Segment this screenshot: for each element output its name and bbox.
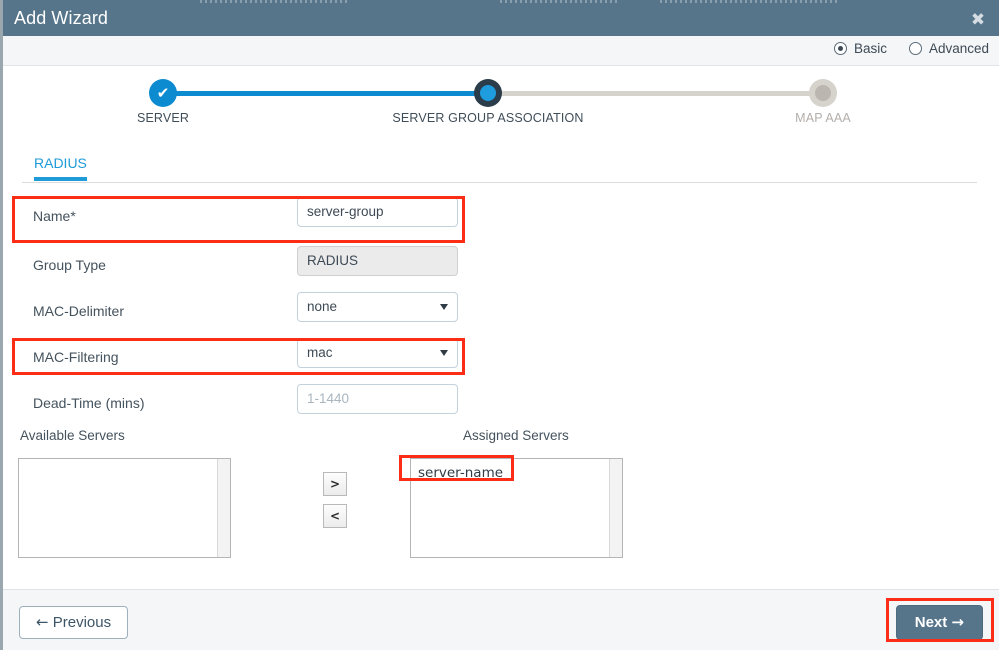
radio-option-advanced[interactable]: Advanced xyxy=(908,41,989,56)
previous-button-label: Previous xyxy=(52,614,112,631)
radio-option-basic[interactable]: Basic xyxy=(833,41,887,56)
available-servers-listbox[interactable] xyxy=(18,458,231,558)
move-left-button[interactable]: < xyxy=(323,504,347,528)
assigned-servers-title: Assigned Servers xyxy=(463,428,569,443)
radio-label-basic: Basic xyxy=(853,41,887,56)
window-left-edge xyxy=(0,0,3,650)
next-button[interactable]: Next → xyxy=(895,605,983,640)
dead-time-input[interactable]: 1-1440 xyxy=(297,384,458,414)
stepper-connector-2 xyxy=(488,91,823,96)
available-servers-scrollbar[interactable] xyxy=(217,459,230,557)
label-mac-filtering: MAC-Filtering xyxy=(33,349,119,365)
check-icon: ✔ xyxy=(149,79,177,107)
chevron-down-icon xyxy=(440,350,448,356)
form-row-dead-time: Dead-Time (mins) 1-1440 xyxy=(0,384,470,430)
label-mac-delimiter: MAC-Delimiter xyxy=(33,303,124,319)
tab-bar: RADIUS xyxy=(22,155,977,183)
stepper-label-map-aaa: MAP AAA xyxy=(795,111,851,125)
group-type-value: RADIUS xyxy=(297,246,458,276)
mac-delimiter-select[interactable]: none xyxy=(297,292,458,322)
mode-radio-group: Basic Advanced xyxy=(833,41,989,56)
dialog-title-bar: Add Wizard ✖ xyxy=(3,3,999,36)
stepper-connector-1 xyxy=(163,91,488,96)
page-title: Add Wizard xyxy=(14,8,109,28)
assigned-servers-listbox[interactable]: server-name xyxy=(410,458,623,558)
form-row-mac-delimiter: MAC-Delimiter none xyxy=(0,292,470,338)
next-button-label: Next xyxy=(914,614,948,631)
available-servers-title: Available Servers xyxy=(20,428,125,443)
close-icon[interactable]: ✖ xyxy=(969,11,987,29)
form-row-name: Name* server-group xyxy=(0,197,470,243)
stepper-label-server: SERVER xyxy=(136,111,190,125)
form-row-mac-filtering: MAC-Filtering mac xyxy=(0,338,470,384)
arrow-left-icon: ← xyxy=(36,613,49,631)
list-item[interactable]: server-name xyxy=(418,465,503,481)
mac-filtering-value: mac xyxy=(307,345,333,360)
label-dead-time: Dead-Time (mins) xyxy=(33,395,145,411)
mode-selector-bar: Basic Advanced xyxy=(3,36,999,66)
chevron-down-icon xyxy=(440,304,448,310)
label-name: Name* xyxy=(33,208,76,224)
mac-filtering-select[interactable]: mac xyxy=(297,338,458,368)
radio-label-advanced: Advanced xyxy=(928,41,989,56)
wizard-stepper: ✔ SERVER SERVER GROUP ASSOCIATION MAP AA… xyxy=(3,78,999,133)
server-transfer-panel: Available Servers Assigned Servers > < s… xyxy=(0,428,999,568)
move-right-button[interactable]: > xyxy=(323,472,347,496)
stepper-label-server-group-association: SERVER GROUP ASSOCIATION xyxy=(392,111,584,125)
previous-button[interactable]: ← Previous xyxy=(19,606,129,639)
radio-dot-basic xyxy=(833,42,847,55)
form-row-group-type: Group Type RADIUS xyxy=(0,246,470,292)
wizard-footer: ← Previous Next → xyxy=(3,589,999,650)
mac-delimiter-value: none xyxy=(307,299,338,314)
upcoming-step-icon xyxy=(809,79,837,107)
name-input[interactable]: server-group xyxy=(297,197,458,227)
radio-dot-advanced xyxy=(908,42,922,55)
tab-radius[interactable]: RADIUS xyxy=(34,155,87,181)
label-group-type: Group Type xyxy=(33,257,106,273)
assigned-servers-scrollbar[interactable] xyxy=(609,459,622,557)
current-step-icon xyxy=(474,79,502,107)
arrow-right-icon: → xyxy=(951,613,964,631)
